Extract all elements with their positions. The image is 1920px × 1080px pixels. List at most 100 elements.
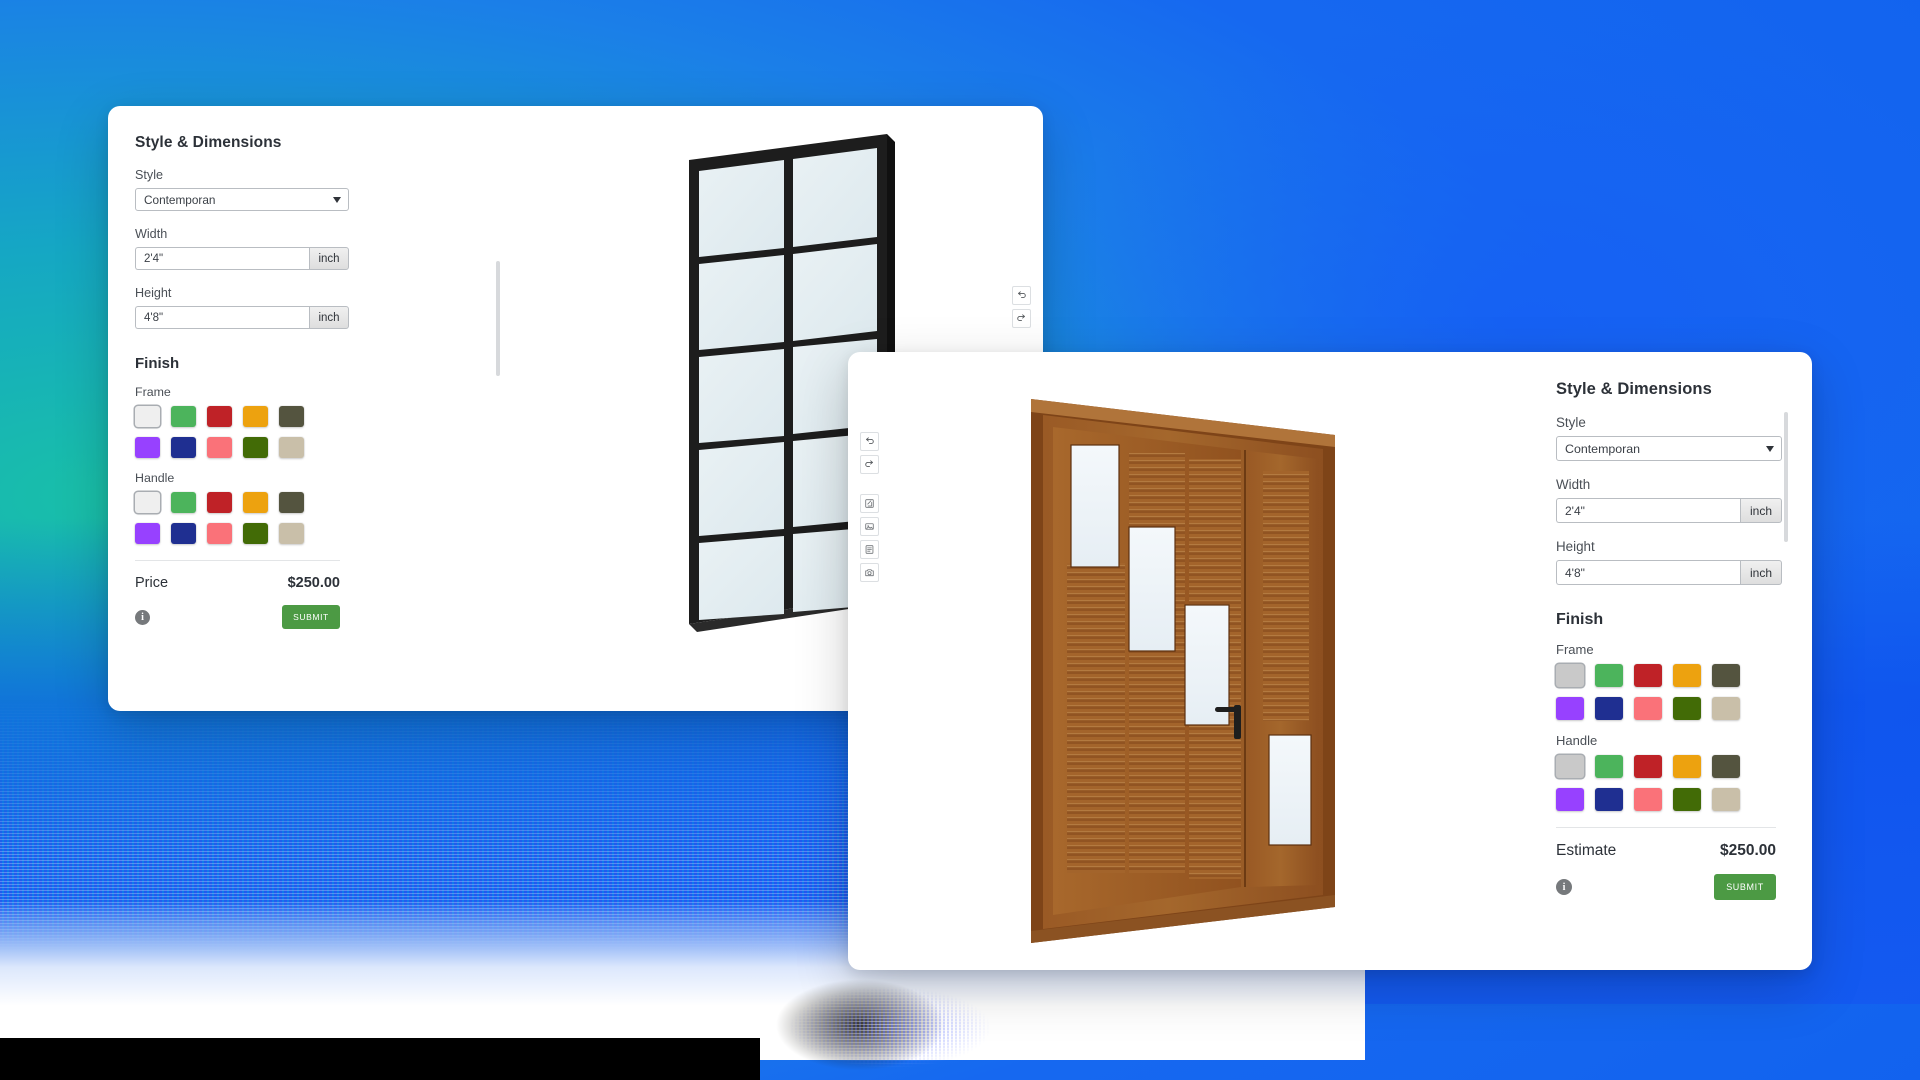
color-swatch[interactable]	[279, 492, 304, 513]
swatch-row	[135, 492, 383, 513]
color-swatch[interactable]	[135, 437, 160, 458]
price-label: Price	[135, 575, 169, 591]
width-input[interactable]: 2'4"	[135, 247, 309, 270]
bottom-black-strip	[0, 1038, 760, 1080]
viewer-canvas-front[interactable]	[848, 352, 1529, 970]
color-swatch[interactable]	[135, 406, 160, 427]
redo-button[interactable]	[1012, 309, 1031, 328]
price-value: $250.00	[287, 575, 340, 591]
height-input[interactable]: 4'8"	[1556, 560, 1740, 585]
undo-button[interactable]	[860, 432, 879, 451]
height-field-group: 4'8" inch	[1556, 560, 1782, 585]
info-icon[interactable]: i	[135, 609, 150, 625]
submit-button[interactable]: SUBMIT	[282, 605, 340, 629]
color-swatch[interactable]	[207, 437, 232, 458]
color-swatch[interactable]	[1595, 697, 1623, 720]
height-label: Height	[1556, 539, 1595, 554]
color-swatch[interactable]	[1556, 755, 1584, 778]
color-swatch[interactable]	[279, 406, 304, 427]
page-title: Style & Dimensions	[135, 134, 282, 151]
height-input[interactable]: 4'8"	[135, 306, 309, 329]
style-select-value: Contemporan	[144, 192, 216, 207]
swatch-row	[1556, 664, 1812, 687]
info-icon[interactable]: i	[1556, 879, 1572, 895]
frame-label: Frame	[135, 385, 171, 399]
color-swatch[interactable]	[171, 437, 196, 458]
height-unit-button[interactable]: inch	[1740, 560, 1782, 585]
configurator-window-front: Style & Dimensions Style Contemporan Wid…	[848, 352, 1812, 970]
width-input[interactable]: 2'4"	[1556, 498, 1740, 523]
color-swatch[interactable]	[1634, 788, 1662, 811]
frame-label: Frame	[1556, 642, 1594, 657]
finish-title: Finish	[135, 355, 180, 372]
color-swatch[interactable]	[279, 437, 304, 458]
snapshot-button[interactable]	[860, 563, 879, 582]
height-unit-button[interactable]: inch	[309, 306, 349, 329]
color-swatch[interactable]	[207, 406, 232, 427]
color-swatch[interactable]	[1634, 755, 1662, 778]
color-swatch[interactable]	[1556, 664, 1584, 687]
color-swatch[interactable]	[1712, 697, 1740, 720]
redo-button[interactable]	[860, 455, 879, 474]
color-swatch[interactable]	[1634, 697, 1662, 720]
fit-to-screen-button[interactable]	[860, 494, 879, 513]
color-swatch[interactable]	[1595, 664, 1623, 687]
color-swatch[interactable]	[1556, 697, 1584, 720]
color-swatch[interactable]	[171, 492, 196, 513]
style-label: Style	[1556, 415, 1586, 430]
color-swatch[interactable]	[243, 437, 268, 458]
undo-button[interactable]	[1012, 286, 1031, 305]
color-swatch[interactable]	[1595, 788, 1623, 811]
color-swatch[interactable]	[1673, 788, 1701, 811]
color-swatch[interactable]	[279, 523, 304, 544]
image-view-button[interactable]	[860, 517, 879, 536]
color-swatch[interactable]	[243, 406, 268, 427]
width-unit-button[interactable]: inch	[1740, 498, 1782, 523]
swatch-row	[1556, 755, 1812, 778]
frame-swatch-grid	[1556, 664, 1812, 720]
submit-button[interactable]: SUBMIT	[1714, 874, 1776, 900]
width-unit-button[interactable]: inch	[309, 247, 349, 270]
color-swatch[interactable]	[207, 492, 232, 513]
style-select[interactable]: Contemporan	[1556, 436, 1782, 461]
color-swatch[interactable]	[1673, 697, 1701, 720]
color-swatch[interactable]	[1712, 755, 1740, 778]
finish-title: Finish	[1556, 611, 1604, 628]
spec-list-button[interactable]	[860, 540, 879, 559]
estimate-label: Estimate	[1556, 842, 1617, 859]
sidebar-scrollbar[interactable]	[496, 261, 500, 376]
action-row: i SUBMIT	[1556, 874, 1776, 900]
camera-icon	[864, 567, 875, 578]
handle-swatch-grid	[1556, 755, 1812, 811]
frame-swatch-grid	[135, 406, 383, 458]
color-swatch[interactable]	[1556, 788, 1584, 811]
color-swatch[interactable]	[171, 406, 196, 427]
color-swatch[interactable]	[1673, 755, 1701, 778]
style-select-value: Contemporan	[1565, 441, 1641, 456]
config-sidebar-back: Style & Dimensions Style Contemporan Wid…	[108, 106, 383, 711]
app-stage: Style & Dimensions Style Contemporan Wid…	[0, 0, 1920, 1080]
style-label: Style	[135, 168, 163, 182]
width-label: Width	[1556, 477, 1591, 492]
color-swatch[interactable]	[135, 492, 160, 513]
color-swatch[interactable]	[1712, 788, 1740, 811]
handle-label: Handle	[1556, 733, 1598, 748]
color-swatch[interactable]	[243, 492, 268, 513]
color-swatch[interactable]	[171, 523, 196, 544]
color-swatch[interactable]	[1673, 664, 1701, 687]
color-swatch[interactable]	[243, 523, 268, 544]
undo-icon	[864, 436, 875, 447]
sidebar-scrollbar[interactable]	[1784, 412, 1788, 542]
style-select[interactable]: Contemporan	[135, 188, 349, 211]
color-swatch[interactable]	[1712, 664, 1740, 687]
swatch-row	[135, 406, 383, 427]
color-swatch[interactable]	[207, 523, 232, 544]
color-swatch[interactable]	[1634, 664, 1662, 687]
redo-icon	[864, 459, 875, 470]
color-swatch[interactable]	[135, 523, 160, 544]
list-icon	[864, 544, 875, 555]
image-icon	[864, 521, 875, 532]
swatch-row	[1556, 788, 1812, 811]
color-swatch[interactable]	[1595, 755, 1623, 778]
handle-swatch-grid	[135, 492, 383, 544]
